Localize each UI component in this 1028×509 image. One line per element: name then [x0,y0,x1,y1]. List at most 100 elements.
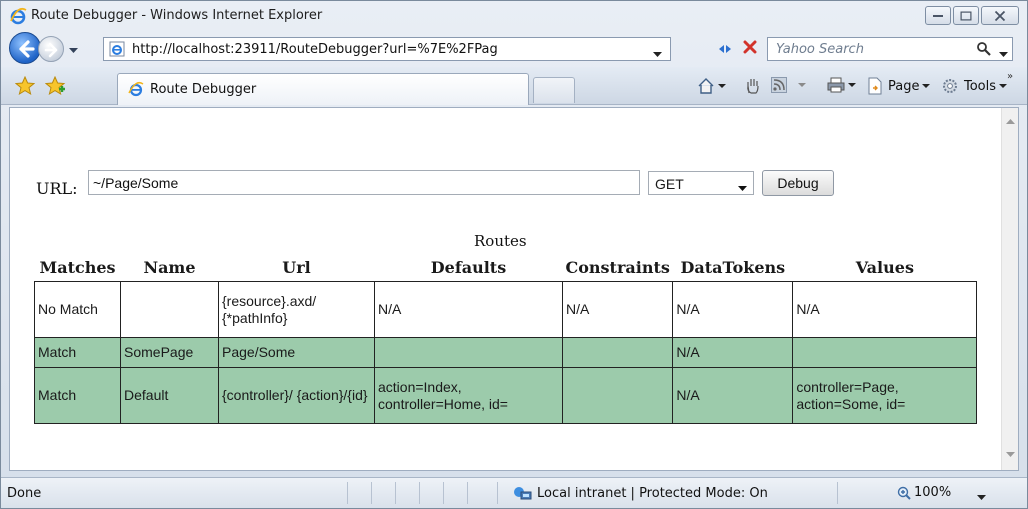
back-button[interactable] [9,32,41,64]
status-divider [371,482,372,504]
cell-datatokens: N/A [672,367,794,424]
page-menu-button[interactable]: Page [867,77,931,95]
table-row: No Match {resource}.axd/ {*pathInfo} N/A… [34,281,978,338]
search-icon[interactable] [976,41,992,61]
favorites-star-icon[interactable] [14,75,36,100]
tab-route-debugger[interactable]: Route Debugger [117,73,529,105]
cell-defaults [374,337,563,368]
address-field[interactable]: http://localhost:23911/RouteDebugger?url… [103,37,671,61]
printer-icon [827,77,845,93]
page-icon [868,77,882,95]
status-divider [837,482,838,504]
window-title: Route Debugger - Windows Internet Explor… [31,8,323,23]
hand-icon [747,79,759,94]
column-header-constraints: Constraints [565,258,670,277]
column-header-values: Values [855,258,914,277]
cell-constraints [561,337,674,368]
tab-toolbar: Route Debugger Page Tools » [1,67,1027,105]
cell-values: controller=Page, action=Some, id= [792,367,978,424]
security-zone-label: Local intranet | Protected Mode: On [537,485,768,501]
recent-pages-dropdown[interactable] [69,43,78,58]
scroll-down-icon[interactable] [1006,447,1015,462]
internet-explorer-icon [9,7,27,25]
cell-constraints: N/A [561,281,674,338]
refresh-icon[interactable] [717,42,733,60]
new-tab-button[interactable] [533,77,575,103]
window-controls [925,6,1019,25]
home-button[interactable] [697,77,726,95]
address-url: http://localhost:23911/RouteDebugger?url… [132,42,498,57]
cell-name [120,281,219,338]
scroll-up-icon[interactable] [1006,114,1015,129]
arrow-right-icon [44,42,58,58]
hand-tool-button[interactable] [745,77,761,95]
cell-values [792,337,978,368]
security-zone[interactable]: Local intranet | Protected Mode: On [513,485,768,501]
status-divider [467,482,468,504]
search-field[interactable]: Yahoo Search [767,37,1013,61]
zoom-dropdown-icon[interactable] [977,490,986,505]
column-header-datatokens: DataTokens [680,258,786,277]
gear-icon [943,79,957,93]
stop-icon[interactable] [743,40,757,58]
column-header-url: Url [282,258,311,277]
cell-datatokens: N/A [672,281,794,338]
search-options-dropdown[interactable] [999,47,1008,62]
tools-menu-button[interactable]: Tools [941,77,1008,95]
cell-constraints [561,367,674,424]
tools-menu-label: Tools [964,78,997,94]
forward-button[interactable] [38,36,64,62]
column-header-defaults: Defaults [430,258,507,277]
page-menu-label: Page [888,78,920,94]
routes-caption: Routes [474,232,527,250]
intranet-icon [514,487,532,500]
feeds-button[interactable] [771,77,806,93]
home-icon [698,78,714,94]
status-divider [347,482,348,504]
cell-url: {controller}/ {action}/{id} [218,367,375,424]
cell-defaults: action=Index, controller=Home, id= [374,367,563,424]
cell-url: {resource}.axd/ {*pathInfo} [218,281,375,338]
cell-match: No Match [34,281,121,338]
method-select[interactable]: GET [648,171,754,195]
cell-url: Page/Some [218,337,375,368]
cell-datatokens: N/A [672,337,794,368]
zoom-label: 100% [914,485,952,500]
column-header-name: Name [143,258,196,277]
zoom-icon [897,486,911,500]
vertical-scrollbar[interactable] [1001,108,1018,470]
cell-defaults: N/A [374,281,563,338]
table-row: Match Default {controller}/ {action}/{id… [34,367,978,424]
status-text: Done [7,486,42,501]
status-divider [419,482,420,504]
chevron-down-icon [738,181,747,196]
status-divider [497,482,498,504]
maximize-button[interactable] [953,6,979,25]
status-divider [443,482,444,504]
close-button[interactable] [981,6,1019,25]
zoom-level[interactable]: 100% [897,485,951,500]
status-divider [395,482,396,504]
cell-name: SomePage [120,337,219,368]
debug-button[interactable]: Debug [762,170,834,196]
table-row: Match SomePage Page/Some N/A [34,337,978,368]
column-header-matches: Matches [39,258,116,277]
url-label: URL: [36,179,78,198]
routes-table: Matches Name Url Defaults Constraints Da… [34,256,978,424]
status-bar: Done Local intranet | Protected Mode: On… [1,477,1027,508]
chevron-right-icon[interactable]: » [1007,71,1013,82]
page-content: URL: GET Debug Routes Matches Name Url D… [9,107,1019,471]
minimize-button[interactable] [925,6,951,25]
print-button[interactable] [827,77,856,93]
cell-match: Match [34,337,121,368]
method-value: GET [655,176,684,192]
address-toolbar: http://localhost:23911/RouteDebugger?url… [1,31,1027,67]
add-favorite-icon[interactable] [44,75,67,100]
address-dropdown-icon[interactable] [653,47,662,62]
url-input[interactable] [88,170,640,195]
tab-page-icon [128,81,144,97]
cell-name: Default [120,367,219,424]
page-icon [109,41,125,57]
cell-match: Match [34,367,121,424]
tab-label: Route Debugger [150,82,257,97]
